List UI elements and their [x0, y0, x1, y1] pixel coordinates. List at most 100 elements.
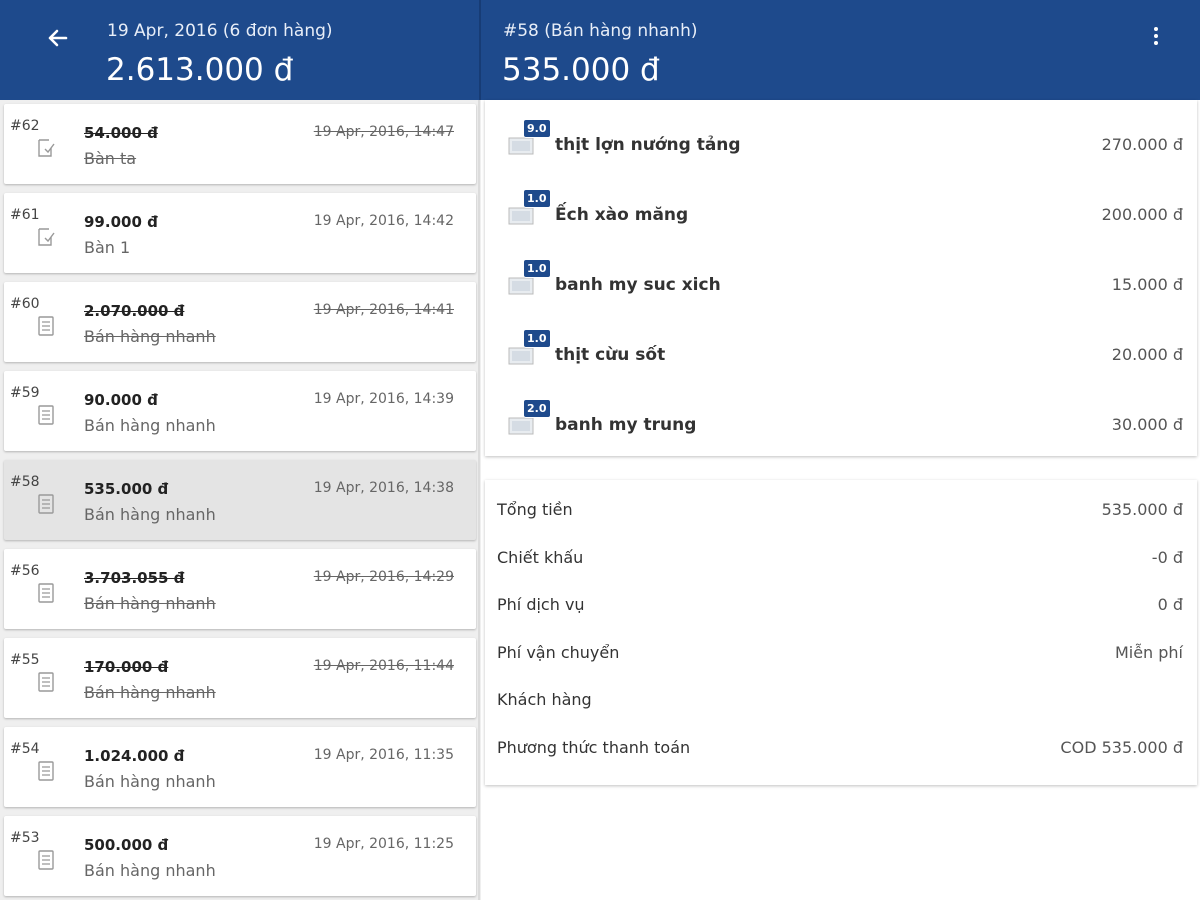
order-summary-card: Tổng tiền 535.000 đ Chiết khấu -0 đ Phí dịch… [485, 480, 1197, 785]
quantity-badge: 1.0 [523, 259, 551, 278]
arrow-left-icon [48, 29, 68, 47]
item-price: 15.000 đ [1111, 275, 1183, 294]
item-price: 270.000 đ [1101, 135, 1183, 154]
summary-label: Phí dịch vụ [497, 595, 585, 614]
order-row[interactable]: #56 3.703.055 đ Bán hàng nhanh 19 Apr, 2016… [4, 549, 476, 629]
summary-row: Khách hàng [485, 680, 1197, 720]
receipt-icon [38, 316, 54, 336]
order-table-label: Bàn 1 [84, 238, 131, 257]
order-number: #59 [10, 385, 40, 401]
order-number: #60 [10, 296, 40, 312]
item-price: 20.000 đ [1111, 345, 1183, 364]
order-item-row[interactable]: 1.0 thịt cừu sốt 20.000 đ [485, 317, 1197, 387]
receipt-icon [38, 405, 54, 425]
item-name: banh my suc xich [555, 275, 721, 295]
order-row[interactable]: #58 535.000 đ Bán hàng nhanh 19 Apr, 2016, … [4, 460, 476, 540]
receipt-icon [38, 761, 54, 781]
order-amount: 3.703.055 đ [84, 569, 185, 587]
header-divider [479, 0, 481, 100]
summary-value: 0 đ [1157, 595, 1183, 614]
quantity-badge: 9.0 [523, 119, 551, 138]
summary-row: Phí vận chuyển Miễn phí [485, 633, 1197, 673]
item-name: thịt cừu sốt [555, 345, 666, 365]
order-timestamp: 19 Apr, 2016, 14:47 [313, 124, 454, 140]
order-row[interactable]: #54 1.024.000 đ Bán hàng nhanh 19 Apr, 2016… [4, 727, 476, 807]
order-number: #61 [10, 207, 40, 223]
order-detail-subtitle: #58 (Bán hàng nhanh) [503, 21, 698, 41]
item-price: 200.000 đ [1101, 205, 1183, 224]
order-amount: 99.000 đ [84, 213, 158, 231]
order-amount: 54.000 đ [84, 124, 158, 142]
order-number: #56 [10, 563, 40, 579]
order-table-label: Bán hàng nhanh [84, 772, 216, 791]
order-timestamp: 19 Apr, 2016, 11:35 [313, 747, 454, 763]
order-amount: 500.000 đ [84, 836, 169, 854]
order-number: #58 [10, 474, 40, 490]
summary-value: -0 đ [1151, 547, 1183, 567]
order-amount: 1.024.000 đ [84, 747, 185, 765]
order-list: #62 54.000 đ Bàn ta 19 Apr, 2016, 14:47 #61 9… [0, 100, 480, 900]
app-header: 19 Apr, 2016 (6 đơn hàng) 2.613.000 đ #5… [0, 0, 1200, 100]
order-item-row[interactable]: 9.0 thịt lợn nướng tảng 270.000 đ [485, 107, 1197, 177]
order-detail-total: 535.000 đ [502, 52, 660, 88]
order-number: #62 [10, 118, 40, 134]
order-timestamp: 19 Apr, 2016, 11:44 [313, 658, 454, 674]
order-row[interactable]: #53 500.000 đ Bán hàng nhanh 19 Apr, 2016, … [4, 816, 476, 896]
order-table-label: Bán hàng nhanh [84, 594, 216, 613]
summary-label: Phương thức thanh toán [497, 737, 691, 757]
order-table-label: Bàn ta [84, 149, 137, 168]
product-image-icon [508, 137, 534, 155]
order-row[interactable]: #61 99.000 đ Bàn 1 19 Apr, 2016, 14:42 [4, 193, 476, 273]
order-item-row[interactable]: 2.0 banh my trung 30.000 đ [485, 387, 1197, 457]
more-options-button[interactable] [1142, 24, 1170, 54]
summary-row: Phương thức thanh toán COD 535.000 đ [485, 728, 1197, 768]
order-items-card: 9.0 thịt lợn nướng tảng 270.000 đ 1.0 Ếch xà… [485, 100, 1197, 456]
order-table-label: Bán hàng nhanh [84, 683, 216, 702]
order-row[interactable]: #60 2.070.000 đ Bán hàng nhanh 19 Apr, 2016… [4, 282, 476, 362]
quantity-badge: 1.0 [523, 329, 551, 348]
order-icon-wrap [37, 227, 55, 247]
order-timestamp: 19 Apr, 2016, 11:25 [313, 836, 454, 852]
order-icon-wrap [37, 850, 55, 870]
order-number: #55 [10, 652, 40, 668]
order-timestamp: 19 Apr, 2016, 14:38 [313, 480, 454, 496]
order-row[interactable]: #59 90.000 đ Bán hàng nhanh 19 Apr, 2016, 1… [4, 371, 476, 451]
day-total-amount: 2.613.000 đ [106, 52, 294, 88]
order-icon-wrap [37, 316, 55, 336]
order-table-label: Bán hàng nhanh [84, 416, 216, 435]
order-row[interactable]: #62 54.000 đ Bàn ta 19 Apr, 2016, 14:47 [4, 104, 476, 184]
back-button[interactable] [42, 22, 74, 54]
summary-value: COD 535.000 đ [1060, 737, 1183, 757]
order-icon-wrap [37, 405, 55, 425]
summary-label: Phí vận chuyển [497, 642, 620, 662]
order-row[interactable]: #55 170.000 đ Bán hàng nhanh 19 Apr, 2016, … [4, 638, 476, 718]
checked-note-icon [38, 228, 55, 246]
day-summary-subtitle: 19 Apr, 2016 (6 đơn hàng) [107, 21, 333, 41]
receipt-icon [38, 494, 54, 514]
order-amount: 90.000 đ [84, 391, 158, 409]
order-icon-wrap [37, 761, 55, 781]
order-timestamp: 19 Apr, 2016, 14:42 [313, 213, 454, 229]
order-amount: 170.000 đ [84, 658, 169, 676]
order-amount: 2.070.000 đ [84, 302, 185, 320]
quantity-badge: 2.0 [523, 399, 551, 418]
receipt-icon [38, 672, 54, 692]
product-image-icon [508, 277, 534, 295]
order-number: #54 [10, 741, 40, 757]
item-name: Ếch xào măng [555, 205, 689, 225]
more-vertical-icon [1154, 27, 1158, 31]
order-item-row[interactable]: 1.0 Ếch xào măng 200.000 đ [485, 177, 1197, 247]
order-table-label: Bán hàng nhanh [84, 861, 216, 880]
order-icon-wrap [37, 672, 55, 692]
item-name: banh my trung [555, 415, 697, 435]
order-timestamp: 19 Apr, 2016, 14:39 [313, 391, 454, 407]
order-timestamp: 19 Apr, 2016, 14:41 [313, 302, 454, 318]
receipt-icon [38, 850, 54, 870]
summary-row: Tổng tiền 535.000 đ [485, 490, 1197, 530]
summary-label: Khách hàng [497, 690, 592, 709]
summary-value: 535.000 đ [1101, 500, 1183, 519]
receipt-icon [38, 583, 54, 603]
product-image-icon [508, 207, 534, 225]
order-item-row[interactable]: 1.0 banh my suc xich 15.000 đ [485, 247, 1197, 317]
item-name: thịt lợn nướng tảng [555, 135, 741, 155]
